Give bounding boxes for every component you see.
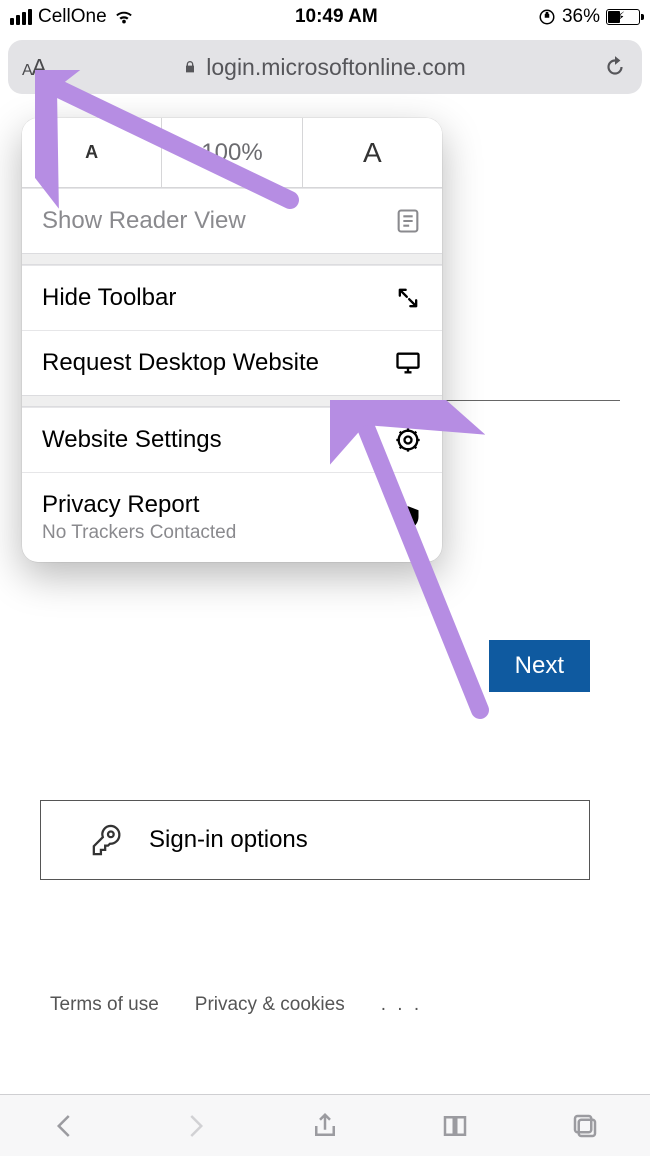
show-reader-view: Show Reader View [22, 188, 442, 253]
privacy-report[interactable]: Privacy Report No Trackers Contacted [22, 472, 442, 562]
website-settings-label: Website Settings [42, 426, 394, 454]
reader-label: Show Reader View [42, 207, 394, 235]
tabs-button[interactable] [570, 1111, 600, 1141]
lock-icon [182, 57, 198, 77]
battery-icon: ⚡︎ [606, 9, 640, 25]
status-bar: CellOne 10:49 AM 36% ⚡︎ [0, 0, 650, 34]
privacy-link[interactable]: Privacy & cookies [195, 994, 345, 1016]
bookmarks-button[interactable] [440, 1111, 470, 1141]
zoom-in-button[interactable]: A [302, 118, 442, 188]
signal-icon [10, 9, 32, 25]
privacy-report-sub: No Trackers Contacted [42, 522, 394, 544]
back-button[interactable] [50, 1111, 80, 1141]
wifi-icon [113, 6, 135, 28]
clock: 10:49 AM [295, 6, 378, 28]
request-desktop-label: Request Desktop Website [42, 349, 394, 377]
signin-options-label: Sign-in options [149, 826, 308, 854]
more-link[interactable]: . . . [381, 994, 422, 1016]
terms-link[interactable]: Terms of use [50, 994, 159, 1016]
url-host: login.microsoftonline.com [206, 54, 466, 81]
website-settings[interactable]: Website Settings [22, 407, 442, 472]
hide-toolbar-label: Hide Toolbar [42, 284, 394, 312]
reload-icon[interactable] [602, 54, 628, 80]
battery-pct: 36% [562, 6, 600, 28]
next-button[interactable]: Next [489, 640, 590, 692]
expand-icon [394, 284, 422, 312]
signin-options-button[interactable]: Sign-in options [40, 800, 590, 880]
zoom-level[interactable]: 100% [161, 118, 301, 188]
shield-icon [394, 504, 422, 532]
forward-button [180, 1111, 210, 1141]
share-button[interactable] [310, 1111, 340, 1141]
zoom-out-button[interactable]: A [22, 118, 161, 188]
url-bar[interactable]: AA login.microsoftonline.com [8, 40, 642, 94]
gear-icon [394, 426, 422, 454]
bottom-toolbar [0, 1094, 650, 1156]
aa-popover: A 100% A Show Reader View Hide Toolbar R… [22, 118, 442, 562]
hide-toolbar[interactable]: Hide Toolbar [22, 265, 442, 330]
desktop-icon [394, 349, 422, 377]
key-icon [91, 823, 125, 857]
reader-icon [394, 207, 422, 235]
orientation-lock-icon [538, 8, 556, 26]
privacy-report-label: Privacy Report [42, 491, 199, 518]
text-size-button[interactable]: AA [22, 54, 46, 81]
request-desktop-website[interactable]: Request Desktop Website [22, 330, 442, 395]
carrier-label: CellOne [38, 6, 107, 28]
footer-links: Terms of use Privacy & cookies . . . [50, 994, 422, 1016]
